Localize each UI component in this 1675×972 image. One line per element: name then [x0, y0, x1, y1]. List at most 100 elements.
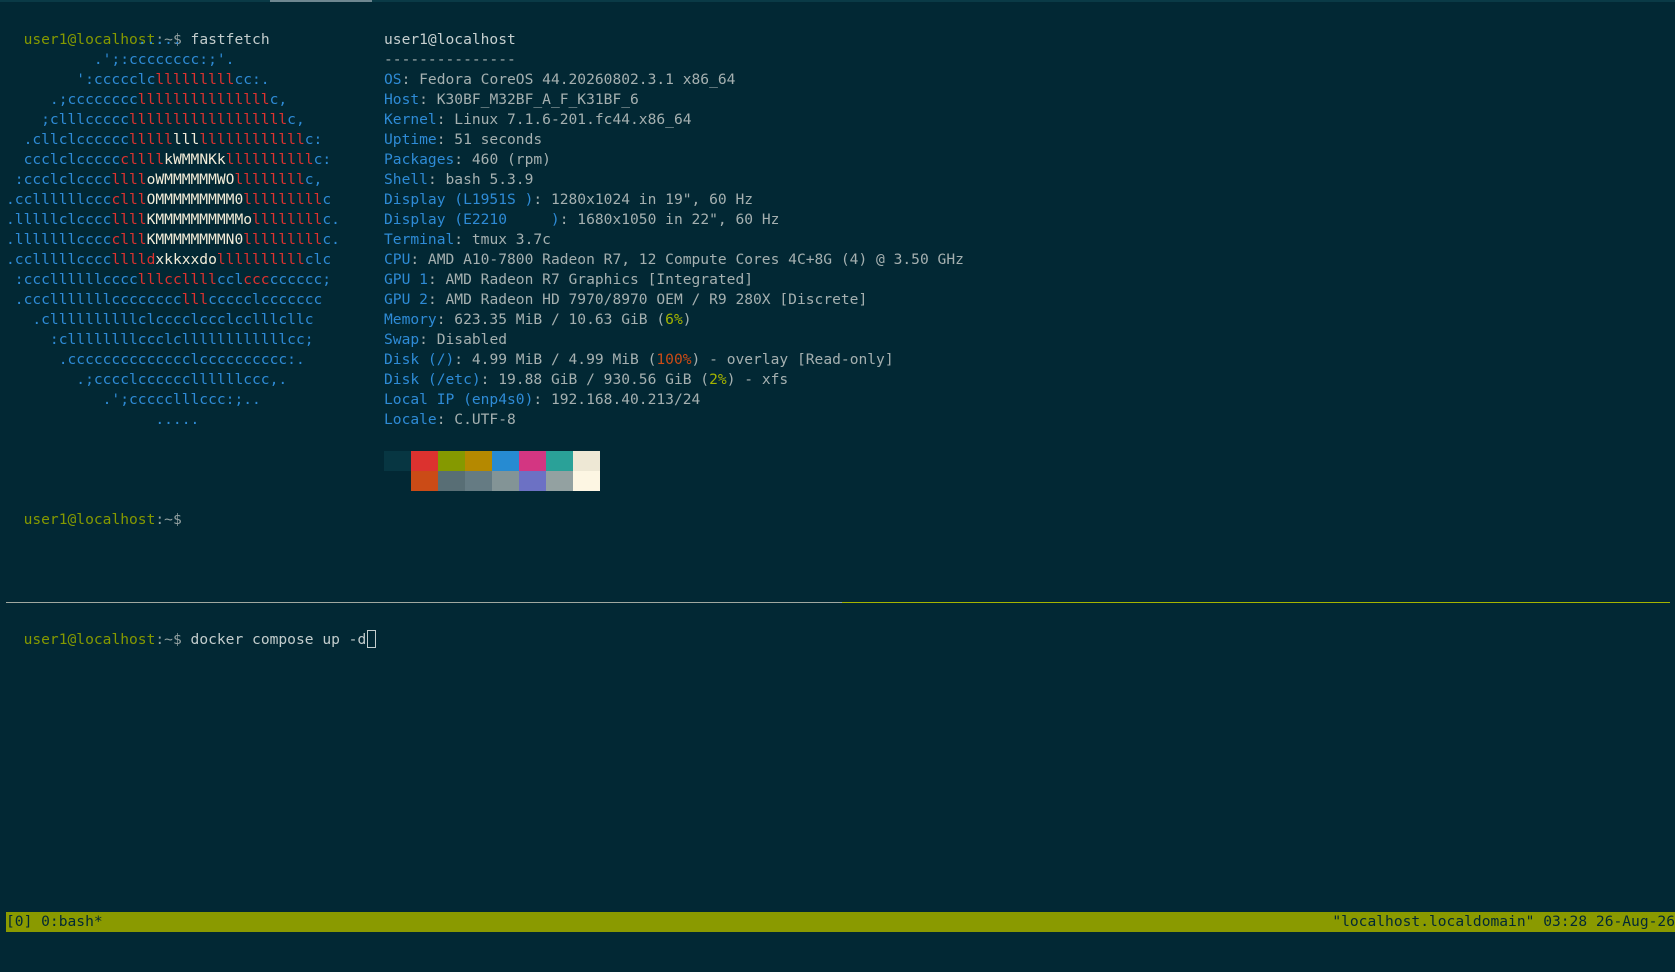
window-tab-indicator [270, 0, 372, 2]
info-key: Local IP (enp4s0) [384, 391, 534, 408]
logo-segment: llll [111, 211, 147, 228]
color-swatch [411, 451, 438, 471]
info-value: 6% [665, 311, 683, 328]
logo-segment: cccccc; [269, 271, 349, 288]
prompt-suffix: :~$ [155, 631, 182, 648]
color-swatch [465, 451, 492, 471]
logo-segment: clll [111, 191, 147, 208]
info-row: Uptime: 51 seconds [384, 130, 964, 150]
logo-segment: KMMMMMMMMN0 [146, 231, 244, 248]
info-key: Disk (/) [384, 351, 455, 368]
logo-segment: .cllllllllllclcccclccclcclllcllc [6, 311, 332, 328]
logo-segment: KMMMMMMMMMMo [146, 211, 253, 228]
logo-segment: .ccclllllllcccccccc [6, 291, 182, 308]
info-value: : Linux 7.1.6-201.fc44.x86_64 [436, 111, 692, 128]
logo-segment: .';:cccccccc:;'. [6, 51, 261, 68]
info-value: : C.UTF-8 [436, 411, 516, 428]
info-value: : 19.88 GiB / 930.56 GiB ( [480, 371, 710, 388]
info-value: : 192.168.40.213/24 [533, 391, 701, 408]
logo-line: .cllclccccccllllllllllllllllllllc: [6, 130, 357, 150]
info-row: Disk (/): 4.99 MiB / 4.99 MiB (100%) - o… [384, 350, 964, 370]
logo-segment: c, [304, 171, 340, 188]
info-value: ) [682, 311, 692, 328]
status-window-list[interactable]: [0] 0:bash* [6, 912, 103, 932]
logo-segment: ccc [243, 271, 270, 288]
info-key: Packages [384, 151, 455, 168]
info-value: : Disabled [419, 331, 508, 348]
logo-segment: ..... [6, 411, 261, 428]
info-row: Display (L1951S ): 1280x1024 in 19", 60 … [384, 190, 964, 210]
logo-segment: llllllllll [225, 151, 314, 168]
info-key: CPU [384, 251, 411, 268]
logo-segment: llll [111, 171, 147, 188]
info-value: ) - overlay [Read-only] [691, 351, 894, 368]
info-row: Packages: 460 (rpm) [384, 150, 964, 170]
info-row: CPU: AMD A10-7800 Radeon R7, 12 Compute … [384, 250, 964, 270]
logo-segment: kWMMNKk [164, 151, 226, 168]
info-value: : 623.35 MiB / 10.63 GiB ( [436, 311, 666, 328]
logo-segment: OMMMMMMMMM0 [146, 191, 244, 208]
logo-line: .cccccccccccccclcccccccccc:. [6, 350, 357, 370]
info-row: Kernel: Linux 7.1.6-201.fc44.x86_64 [384, 110, 964, 130]
logo-segment: .;cccclccccccllllllccc,. [6, 371, 305, 388]
info-row: Locale: C.UTF-8 [384, 410, 964, 430]
color-swatch [438, 471, 465, 491]
info-value: : 4.99 MiB / 4.99 MiB ( [454, 351, 657, 368]
logo-segment: lllllllll [243, 231, 323, 248]
logo-segment: ':ccccclc [6, 71, 156, 88]
info-value: : K30BF_M32BF_A_F_K31BF_6 [419, 91, 639, 108]
logo-segment: ccl [216, 271, 244, 288]
info-key: Host [384, 91, 420, 108]
logo-segment: llllllllll [216, 251, 305, 268]
logo-line: .';:cccccccc:;'. [6, 50, 357, 70]
info-value: : AMD Radeon R7 Graphics [Integrated] [427, 271, 754, 288]
info-row: Shell: bash 5.3.9 [384, 170, 964, 190]
pane-divider[interactable] [6, 602, 1670, 603]
logo-line: .';ccccclllccc:;.. [6, 390, 357, 410]
color-swatch [573, 471, 600, 491]
info-key: Shell [384, 171, 428, 188]
logo-segment: c. [322, 211, 358, 228]
logo-line: :ccclclcccclllloWMMMMMMWOllllllllc, [6, 170, 357, 190]
prompt-line-3[interactable]: user1@localhost:~$ docker compose up -d [6, 610, 377, 648]
info-row: GPU 2: AMD Radeon HD 7970/8970 OEM / R9 … [384, 290, 964, 310]
command-input[interactable]: docker compose up -d [191, 631, 367, 648]
info-key: Terminal [384, 231, 455, 248]
info-value: : 460 (rpm) [454, 151, 551, 168]
logo-line: :cllllllllccclcllllllllllllcc; [6, 330, 357, 350]
logo-segment: c: [313, 151, 349, 168]
logo-segment: lllllllll [243, 191, 323, 208]
text-cursor [367, 630, 377, 648]
logo-line: ..... [6, 410, 357, 430]
logo-segment: lllld [111, 251, 156, 268]
top-border [0, 0, 1675, 2]
info-row: OS: Fedora CoreOS 44.20260802.3.1 x86_64 [384, 70, 964, 90]
info-value: : 1280x1024 in 19", 60 Hz [533, 191, 754, 208]
info-row: Memory: 623.35 MiB / 10.63 GiB (6%) [384, 310, 964, 330]
logo-segment: llllllllllll [199, 131, 305, 148]
info-value: : tmux 3.7c [454, 231, 551, 248]
logo-segment: .';ccccclllccc:;.. [6, 391, 279, 408]
logo-segment: c [322, 191, 349, 208]
info-key: Locale [384, 411, 437, 428]
logo-line: .lllllllccccclllKMMMMMMMMN0lllllllllc. [6, 230, 357, 250]
info-key: Display (E2210 ) [384, 211, 560, 228]
color-swatch [411, 471, 438, 491]
color-swatch [492, 471, 519, 491]
logo-line: ':ccccclclllllllllcc:. [6, 70, 357, 90]
color-swatch [519, 471, 546, 491]
info-key: GPU 1 [384, 271, 428, 288]
info-key: Kernel [384, 111, 437, 128]
info-key: Disk (/etc) [384, 371, 481, 388]
palette-normal-row [384, 451, 600, 471]
color-swatch [465, 471, 492, 491]
logo-segment: .lllllllcccc [6, 231, 112, 248]
info-value: : AMD A10-7800 Radeon R7, 12 Compute Cor… [410, 251, 964, 268]
logo-line: ;clllcccccllllllllllllllllllc, [6, 110, 357, 130]
info-value: : Fedora CoreOS 44.20260802.3.1 x86_64 [401, 71, 736, 88]
logo-segment: :ccclclcccc [6, 171, 112, 188]
logo-segment: c, [269, 91, 305, 108]
prompt-line-1: user1@localhost:~$ fastfetch [6, 10, 270, 48]
info-key: Display (L1951S ) [384, 191, 534, 208]
fedora-ascii-logo: ..... .';:cccccccc:;'. ':ccccclcllllllll… [6, 30, 357, 430]
